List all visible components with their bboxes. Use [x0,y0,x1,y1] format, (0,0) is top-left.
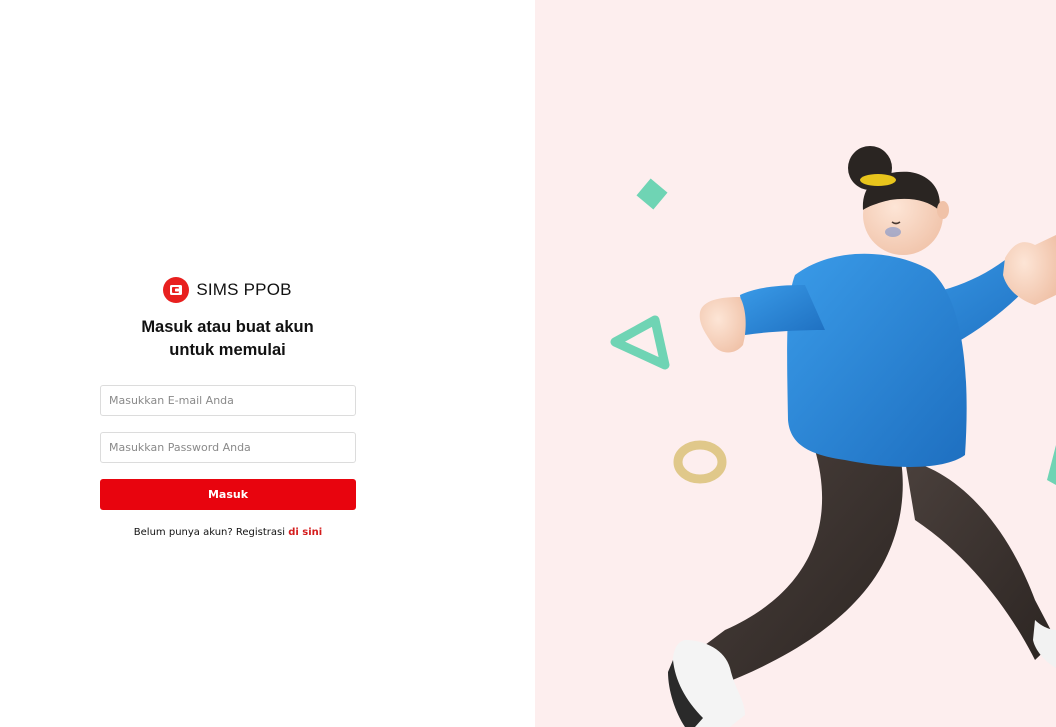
back-leg [905,460,1056,668]
register-prompt-text: Belum punya akun? Registrasi [133,527,289,538]
wallet-icon [163,277,190,303]
illustration-panel [535,0,1056,727]
brand-header: SIMS PPOB [0,277,455,303]
torso [787,253,967,467]
login-page: SIMS PPOB Masuk atau buat akun untuk mem… [0,0,1056,727]
triangle-shape [610,315,670,370]
person-walking-illustration [610,146,1056,727]
diamond-shape [636,178,668,210]
login-panel: SIMS PPOB Masuk atau buat akun untuk mem… [0,0,535,727]
edge-triangle-shape [1047,445,1056,485]
head [848,146,949,255]
front-leg [668,450,903,727]
register-prompt: Belum punya akun? Registrasi di sini [100,527,356,538]
headline-line-2: untuk memulai [169,341,286,359]
login-button[interactable]: Masuk [100,479,356,510]
ring-shape [673,440,727,484]
login-headline: Masuk atau buat akun untuk memulai [0,316,455,362]
password-input[interactable] [100,432,356,463]
email-input[interactable] [100,385,356,416]
brand-name: SIMS PPOB [196,280,292,299]
headline-line-1: Masuk atau buat akun [141,318,314,336]
register-link[interactable]: di sini [288,527,322,538]
